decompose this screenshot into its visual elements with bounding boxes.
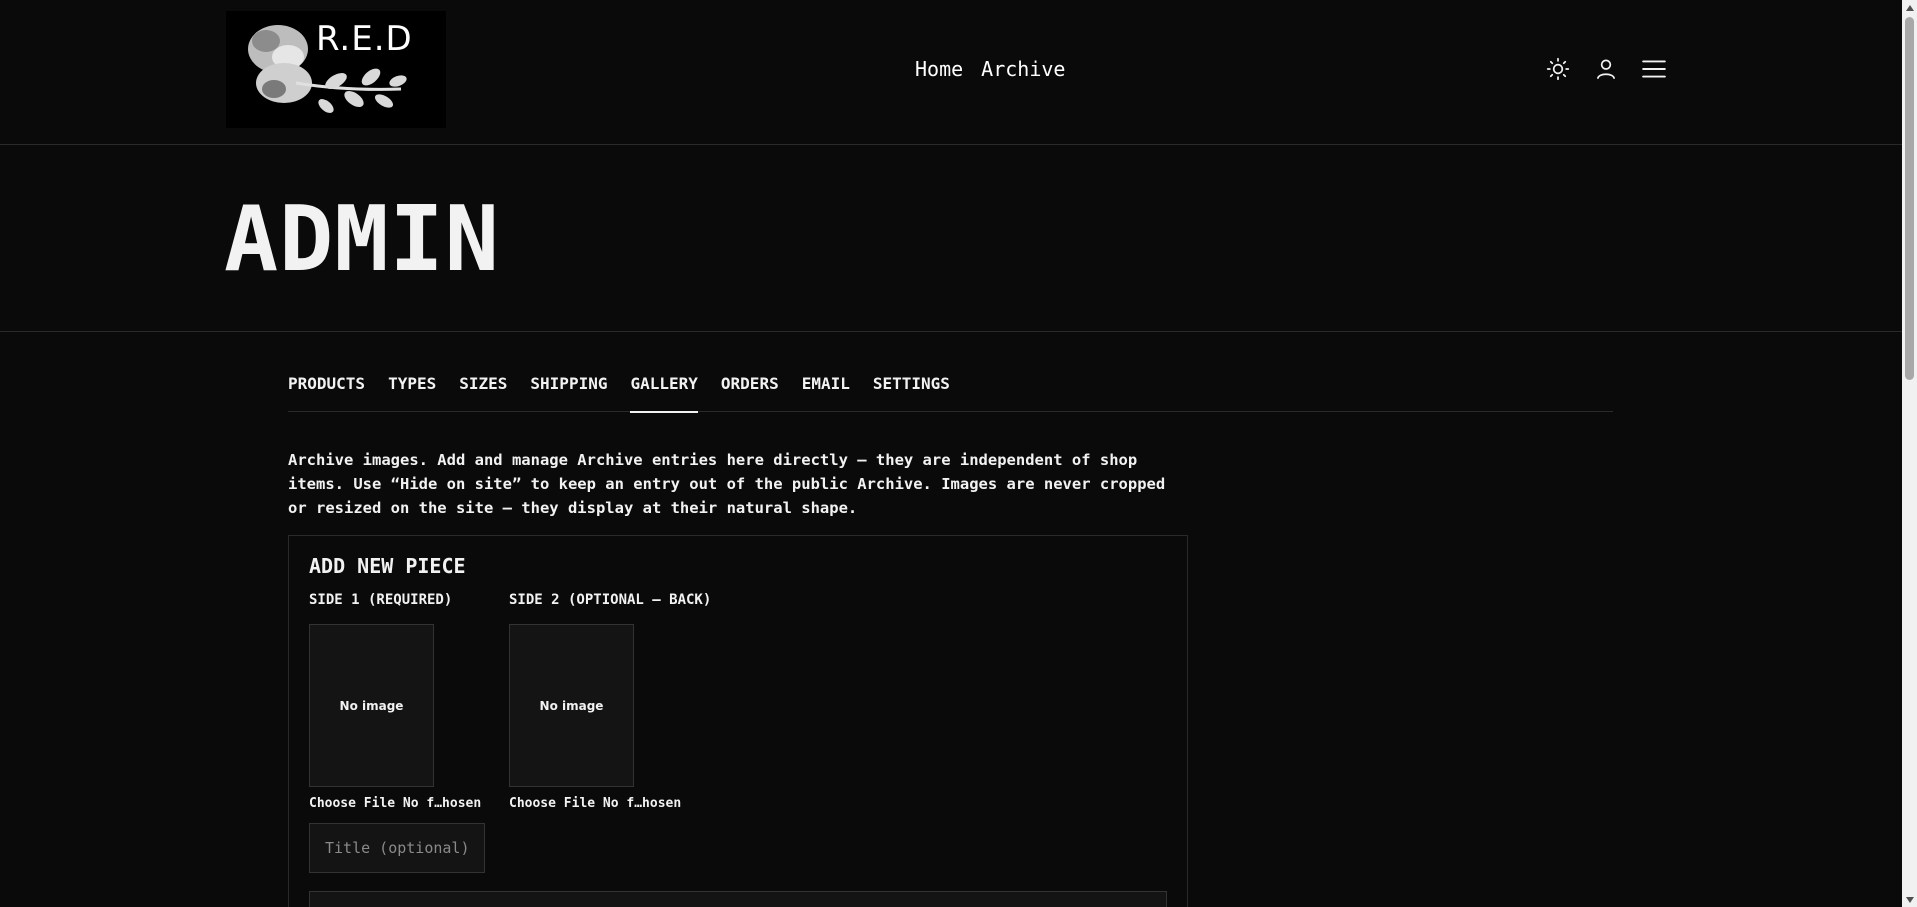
theme-toggle-button[interactable] (1545, 56, 1571, 82)
side-2-choose-file-button[interactable]: Choose File (509, 796, 595, 811)
scrollbar-thumb[interactable] (1905, 17, 1914, 380)
side-1-upload: SIDE 1 (REQUIRED) No image Choose File N… (309, 592, 481, 811)
tab-gallery[interactable]: GALLERY (630, 366, 699, 413)
tab-shipping[interactable]: SHIPPING (530, 366, 607, 412)
admin-tabs: PRODUCTS TYPES SIZES SHIPPING GALLERY OR… (288, 366, 1613, 413)
gallery-intro-text: Archive images. Add and manage Archive e… (288, 451, 1166, 517)
menu-button[interactable] (1641, 56, 1667, 82)
menu-icon (1642, 60, 1666, 78)
side-1-label: SIDE 1 (REQUIRED) (309, 592, 453, 608)
tab-email[interactable]: EMAIL (802, 366, 850, 412)
tab-settings[interactable]: SETTINGS (873, 366, 950, 412)
page-scrollbar[interactable] (1902, 0, 1917, 907)
add-piece-title: ADD NEW PIECE (309, 554, 466, 578)
user-icon (1597, 59, 1615, 80)
side-2-image-preview: No image (509, 624, 634, 787)
nav-home-link[interactable]: Home (915, 57, 963, 81)
side-1-file-status: No f…hosen (402, 796, 482, 811)
side-1-choose-file-button[interactable]: Choose File (309, 796, 395, 811)
side-2-file-status: No f…hosen (602, 796, 682, 811)
nav-archive-link[interactable]: Archive (981, 57, 1065, 81)
tab-sizes[interactable]: SIZES (459, 366, 507, 412)
site-header: R.E.D Home Archive (0, 0, 1902, 145)
logo-text: R.E.D (316, 19, 413, 59)
side-1-no-image-text: No image (339, 698, 404, 713)
tab-orders[interactable]: ORDERS (721, 366, 779, 412)
side-1-file-input[interactable]: Choose File No f…hosen (309, 796, 481, 811)
page-title-band: ADMIN (0, 145, 1902, 332)
tab-products[interactable]: PRODUCTS (288, 366, 365, 412)
add-new-piece-card: ADD NEW PIECE SIDE 1 (REQUIRED) No image… (288, 535, 1188, 907)
header-actions (1545, 56, 1667, 82)
account-button[interactable] (1593, 56, 1619, 82)
side-2-label: SIDE 2 (OPTIONAL — BACK) (509, 592, 712, 608)
side-1-image-preview: No image (309, 624, 434, 787)
side-2-file-input[interactable]: Choose File No f…hosen (509, 796, 711, 811)
main-nav: Home Archive (915, 57, 1065, 81)
tab-types[interactable]: TYPES (388, 366, 436, 412)
side-2-no-image-text: No image (539, 698, 604, 713)
scroll-up-arrow-icon[interactable] (1902, 0, 1917, 15)
description-field[interactable] (309, 891, 1167, 907)
scroll-down-arrow-icon[interactable] (1902, 892, 1917, 907)
side-2-upload: SIDE 2 (OPTIONAL — BACK) No image Choose… (509, 592, 711, 811)
site-logo[interactable]: R.E.D (226, 11, 446, 128)
page-title: ADMIN (224, 187, 500, 292)
admin-page: R.E.D Home Archive ADMIN PRODUCTS TYPES … (0, 0, 1917, 907)
sun-icon (1546, 57, 1570, 81)
piece-title-input[interactable] (309, 823, 485, 873)
